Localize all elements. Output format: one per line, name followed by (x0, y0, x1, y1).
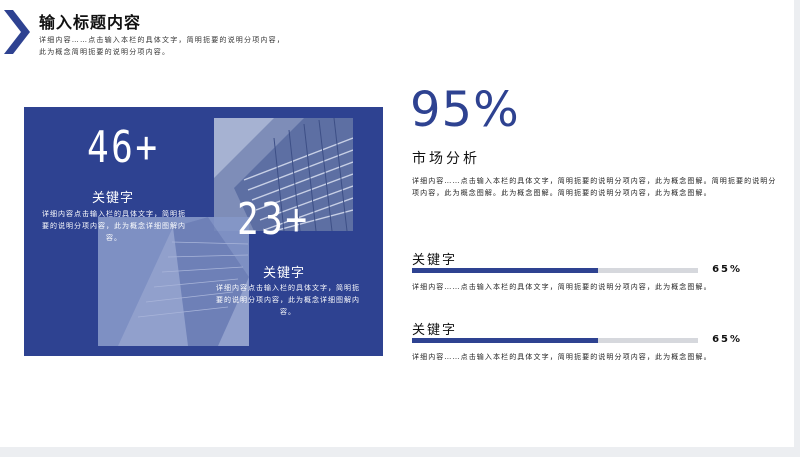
progress-fill (412, 338, 598, 343)
chevron-icon (4, 10, 30, 54)
progress-fill (412, 268, 598, 273)
stat-keyword-1: 关键字 (92, 191, 135, 206)
progress-track (412, 268, 698, 273)
section-heading: 市场分析 (412, 151, 480, 167)
stat-desc-2: 详细内容点击输入栏的具体文字，简明扼要的说明分项内容，此为概念详细图解内容。 (216, 284, 360, 316)
progress-percent: 65% (712, 264, 742, 275)
stat-desc-1: 详细内容点击输入栏的具体文字，简明扼要的说明分项内容，此为概念详细图解内容。 (42, 210, 186, 242)
stat-number-1: 46+ (87, 122, 160, 173)
stat-number-2: 23+ (237, 194, 310, 245)
progress-desc: 详细内容……点击输入本栏的具体文字，简明扼要的说明分项内容，此为概念图解。 (412, 353, 712, 361)
progress-percent: 65% (712, 334, 742, 345)
slide: 输入标题内容 详细内容……点击输入本栏的具体文字，简明扼要的说明分项内容，此为概… (0, 0, 794, 447)
progress-label: 关键字 (412, 253, 458, 268)
progress-desc: 详细内容……点击输入本栏的具体文字，简明扼要的说明分项内容，此为概念图解。 (412, 283, 712, 291)
progress-track (412, 338, 698, 343)
page-subtitle: 详细内容……点击输入本栏的具体文字，简明扼要的说明分项内容，此为概念简明扼要的说… (39, 36, 285, 56)
stats-panel: 46+ 关键字 详细内容点击输入栏的具体文字，简明扼要的说明分项内容，此为概念详… (24, 107, 383, 356)
progress-block-1: 关键字 65% 详细内容……点击输入本栏的具体文字，简明扼要的说明分项内容，此为… (412, 249, 757, 291)
section-desc: 详细内容……点击输入本栏的具体文字，简明扼要的说明分项内容，此为概念图解。简明扼… (412, 177, 777, 197)
progress-label: 关键字 (412, 323, 458, 338)
stat-keyword-2: 关键字 (263, 266, 306, 281)
page-title: 输入标题内容 (39, 13, 142, 32)
headline-percent: 95% (410, 82, 520, 138)
progress-block-2: 关键字 65% 详细内容……点击输入本栏的具体文字，简明扼要的说明分项内容，此为… (412, 319, 757, 361)
